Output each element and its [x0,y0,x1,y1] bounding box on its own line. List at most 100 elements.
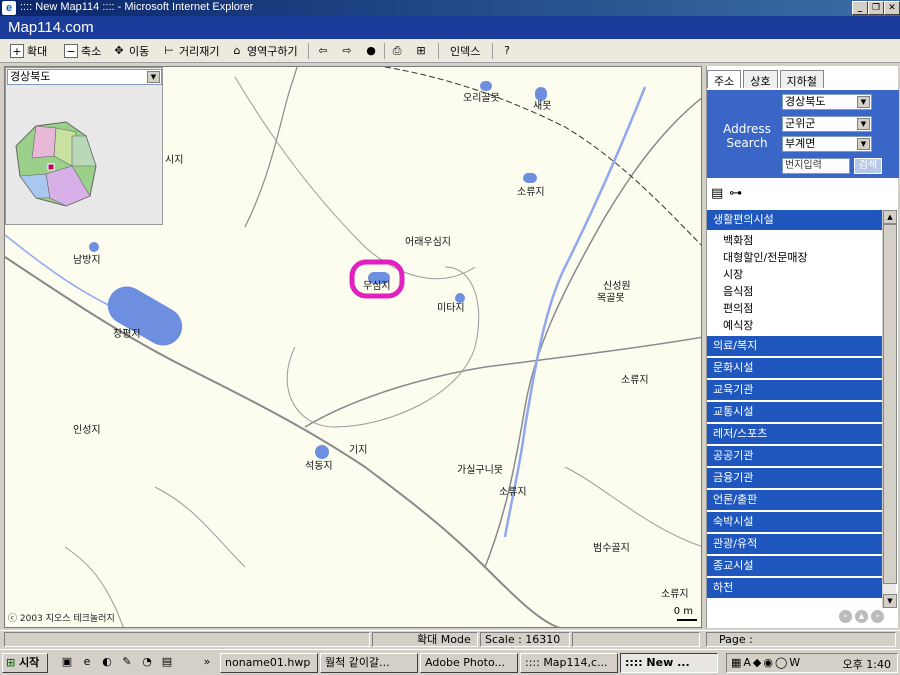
town-select[interactable]: 부계면 ▼ [782,136,872,152]
place-label[interactable]: 석동지 [305,457,333,472]
scroll-down-icon[interactable]: ▼ [883,594,897,608]
scroll-thumb[interactable] [883,224,897,584]
province-select[interactable]: 경상북도 ▼ [782,94,872,110]
measure-label: 거리재기 [179,45,220,58]
place-label[interactable]: 소류지 [499,483,527,498]
window-icon[interactable]: ▤ [160,655,174,669]
subcategory-item[interactable]: 대형할인/전문매장 [707,249,883,266]
pen-icon[interactable]: ✎ [120,655,134,669]
index-button[interactable]: 인덱스 [450,42,480,60]
task-map114[interactable]: :::: Map114,c... [520,653,618,673]
minimize-button[interactable]: _ [852,1,868,15]
place-label[interactable]: 목골못 [597,289,625,304]
next-page-icon[interactable]: » [871,610,884,623]
place-label[interactable]: 미타지 [437,299,465,314]
list-view-icon[interactable]: ▤ [711,186,723,204]
place-label[interactable]: 남방지 [73,251,101,266]
tree-view-icon[interactable]: ⊶ [729,186,742,204]
place-label[interactable]: 인성지 [73,421,101,436]
subcategory-item[interactable]: 음식점 [707,283,883,300]
category-item[interactable]: 종교시설 [707,556,883,576]
subcategory-item[interactable]: 시장 [707,266,883,283]
tray-icons[interactable]: ▦A◆◉◯W [731,656,802,669]
expand-icon[interactable]: » [200,655,214,669]
place-label[interactable]: 창평지 [113,325,141,340]
lot-number-input[interactable]: 번지입력 [782,158,850,174]
zoom-out-button[interactable]: − 축소 [64,42,101,60]
category-item[interactable]: 레저/스포츠 [707,424,883,444]
place-label[interactable]: 어래우심지 [405,233,451,248]
category-scrollbar[interactable]: ▲ ▼ [882,210,897,608]
prev-page-icon[interactable]: « [839,610,852,623]
category-list: 생활편의시설 백화점 대형할인/전문매장 시장 음식점 편의점 예식장 의료/복… [707,210,899,608]
restore-button[interactable]: ❐ [868,1,884,15]
clock[interactable]: 오후 1:40 [843,656,891,672]
chevron-down-icon[interactable]: ▼ [857,118,870,130]
county-select[interactable]: 군위군 ▼ [782,116,872,132]
category-item[interactable]: 숙박시설 [707,512,883,532]
subcategory-item[interactable]: 백화점 [707,232,883,249]
category-item[interactable]: 공공기관 [707,446,883,466]
ie-quicklaunch-icon[interactable]: e [80,655,94,669]
map-scale-label: 0 m [673,606,693,617]
tab-subway[interactable]: 지하철 [779,70,824,88]
forward-button[interactable]: ⇨ [340,42,354,60]
place-label[interactable]: 무심지 [363,277,391,292]
region-select[interactable]: 경상북도 ▼ [7,69,162,85]
task-noname[interactable]: noname01.hwp [220,653,318,673]
save-button[interactable]: ⊞ [414,42,428,60]
tab-address[interactable]: 주소 [707,70,742,88]
task-photoshop[interactable]: Adobe Photo... [420,653,518,673]
scroll-up-icon[interactable]: ▲ [883,210,897,224]
category-item[interactable]: 교육기관 [707,380,883,400]
category-item[interactable]: 교통시설 [707,402,883,422]
up-icon[interactable]: ▲ [855,610,868,623]
place-label[interactable]: 소류지 [661,585,689,600]
subcategory-item[interactable]: 편의점 [707,300,883,317]
address-search-label: Address Search [723,122,771,150]
place-label[interactable]: 소류지 [621,371,649,386]
start-button[interactable]: ⊞ 시작 [2,653,48,673]
map-view[interactable]: 경상북도 ▼ 오리골못 새못 시지 소류지 남방지 어래우심지 무심지 신성원 … [4,66,702,628]
place-label[interactable]: 소류지 [517,183,545,198]
category-living[interactable]: 생활편의시설 [707,210,883,230]
subcategory-item[interactable]: 예식장 [707,317,883,334]
media-icon[interactable]: ◔ [140,655,154,669]
overview-map[interactable]: 경상북도 ▼ [5,67,163,225]
measure-area-button[interactable]: ⌂ 영역구하기 [230,42,298,60]
area-icon: ⌂ [233,44,241,57]
place-label[interactable]: 기지 [349,441,367,456]
zoom-in-button[interactable]: + 확대 [10,42,47,60]
district [19,173,51,199]
category-item[interactable]: 언론/출판 [707,490,883,510]
task-chat[interactable]: 월척 같이갈... [320,653,418,673]
back-button[interactable]: ⇦ [316,42,330,60]
chevron-down-icon[interactable]: ▼ [857,96,870,108]
help-button[interactable]: ? [500,42,514,60]
category-item[interactable]: 의료/복지 [707,336,883,356]
category-item[interactable]: 관광/유적 [707,534,883,554]
chevron-down-icon[interactable]: ▼ [857,138,870,150]
road [5,256,561,627]
outlook-icon[interactable]: ◐ [100,655,114,669]
close-button[interactable]: ✕ [884,1,900,15]
measure-distance-button[interactable]: ⊢ 거리재기 [162,42,219,60]
category-item[interactable]: 문화시설 [707,358,883,378]
system-tray: ▦A◆◉◯W 오후 1:40 [726,653,898,673]
place-label[interactable]: 오리골못 [463,89,500,104]
place-label[interactable]: 가실구니못 [457,461,503,476]
category-item[interactable]: 하천 [707,578,883,598]
category-item[interactable]: 금융기관 [707,468,883,488]
site-logo[interactable]: Map114.com [8,19,94,36]
place-label[interactable]: 범수골지 [593,539,630,554]
globe-button[interactable]: ● [364,42,378,60]
search-button[interactable]: 검색 [854,158,882,174]
desktop-icon[interactable]: ▣ [60,655,74,669]
task-new-map114[interactable]: :::: New ... [620,653,718,673]
place-label[interactable]: 시지 [165,151,183,166]
place-label[interactable]: 새못 [533,97,551,112]
move-button[interactable]: ✥ 이동 [112,42,149,60]
chevron-down-icon[interactable]: ▼ [147,71,160,83]
tab-business[interactable]: 상호 [743,70,778,88]
print-button[interactable]: ⎙ [390,42,404,60]
